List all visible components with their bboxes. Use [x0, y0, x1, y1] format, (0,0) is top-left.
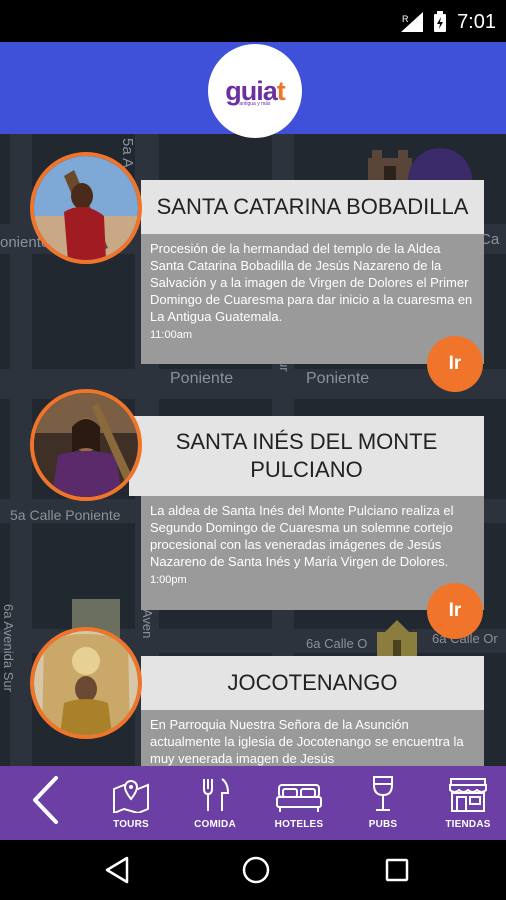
map-label: Poniente	[306, 370, 370, 387]
event-description-card[interactable]: En Parroquia Nuestra Señora de la Asunci…	[141, 710, 484, 766]
recents-square-icon[interactable]	[385, 858, 409, 882]
toolbar-item-tiendas[interactable]: TIENDAS	[438, 766, 498, 840]
toolbar-item-pubs[interactable]: PUBS	[356, 766, 410, 840]
system-navigation-bar	[0, 840, 506, 900]
event-avatar-image[interactable]	[30, 152, 142, 264]
map-label: 6a Avenida Sur	[1, 604, 16, 692]
bed-icon	[276, 784, 322, 812]
app-logo[interactable]: guiat antigua y más	[208, 44, 302, 138]
event-avatar-image[interactable]	[30, 627, 142, 739]
toolbar-item-hoteles[interactable]: HOTELES	[269, 766, 329, 840]
store-icon	[449, 778, 487, 812]
map-label: 5a A	[119, 138, 136, 169]
home-circle-icon[interactable]	[241, 855, 271, 885]
event-title: SANTA CATARINA BOBADILLA	[141, 180, 484, 234]
map-label: 5a Calle Poniente	[10, 507, 121, 523]
toolbar-item-comida[interactable]: COMIDA	[186, 766, 244, 840]
toolbar-label: TOURS	[113, 819, 149, 830]
toolbar-label: HOTELES	[274, 819, 324, 830]
status-bar: R 7:01	[0, 0, 506, 42]
battery-icon	[434, 11, 447, 32]
event-description: En Parroquia Nuestra Señora de la Asunci…	[150, 717, 464, 766]
event-time: 11:00am	[150, 329, 192, 341]
event-avatar-image[interactable]	[30, 389, 142, 501]
chevron-left-icon	[33, 776, 58, 824]
event-title: SANTA INÉS DEL MONTE PULCIANO	[129, 416, 484, 496]
event-time: 1:00pm	[150, 574, 187, 586]
logo-tagline: antigua y más	[239, 101, 271, 107]
status-time: 7:01	[457, 10, 496, 33]
toolbar-label: PUBS	[368, 819, 398, 830]
map-label: Aven	[140, 609, 155, 639]
map-label: 6a Calle O	[306, 636, 368, 651]
wine-glass-icon	[373, 776, 393, 811]
event-title: JOCOTENANGO	[141, 656, 484, 710]
signal-icon: R	[401, 12, 424, 32]
toolbar-item-tours[interactable]: TOURS	[102, 766, 160, 840]
church-map-marker-icon[interactable]	[373, 620, 421, 656]
event-description-card[interactable]: Procesión de la hermandad del templo de …	[141, 234, 484, 364]
map-icon	[113, 779, 149, 813]
event-description: Procesión de la hermandad del templo de …	[150, 241, 473, 324]
event-description: La aldea de Santa Inés del Monte Pulcian…	[150, 503, 454, 569]
back-button[interactable]	[18, 766, 74, 840]
fork-knife-icon	[203, 778, 230, 811]
toolbar-label: COMIDA	[194, 819, 236, 830]
svg-text:R: R	[402, 14, 409, 24]
bottom-toolbar: TOURS COMIDA HOTELES PUBS TIENDAS	[0, 766, 506, 840]
event-go-button[interactable]: Ir	[427, 336, 483, 392]
event-go-button[interactable]: Ir	[427, 583, 483, 639]
map-label: Poniente	[170, 370, 234, 387]
toolbar-label: TIENDAS	[445, 819, 491, 830]
back-triangle-icon[interactable]	[104, 856, 130, 884]
